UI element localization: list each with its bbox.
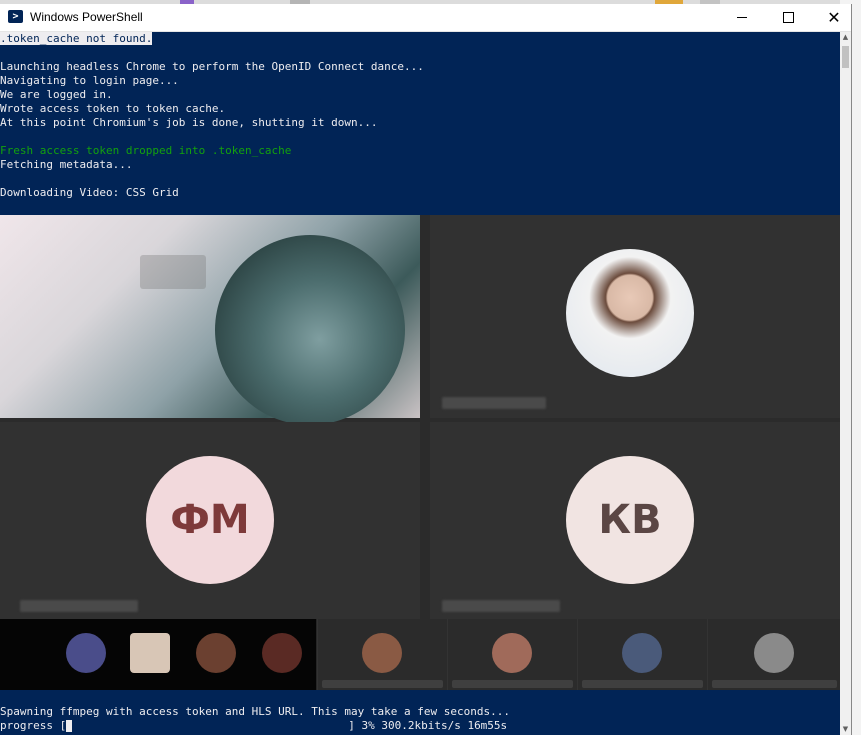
participant-camera-tile: [0, 215, 420, 425]
powershell-window: > Windows PowerShell ✕ .token_cache not …: [0, 4, 852, 735]
console-line: At this point Chromium's job is done, sh…: [0, 116, 378, 129]
window-title: Windows PowerShell: [30, 10, 143, 24]
console-line: Spawning ffmpeg with access token and HL…: [0, 705, 510, 718]
camera-person: [215, 235, 405, 425]
console-line: Launching headless Chrome to perform the…: [0, 60, 424, 73]
avatar-initials: КВ: [566, 456, 694, 584]
participant-strip-dark: [0, 619, 316, 690]
console-line: Fetching metadata...: [0, 158, 133, 171]
avatar-initials: ФМ: [146, 456, 274, 584]
video-frame: ФМ КВ: [0, 215, 840, 690]
close-icon: ✕: [827, 8, 841, 27]
participant-name: [452, 680, 573, 688]
participant-cell: [707, 619, 840, 690]
participant-name: [712, 680, 837, 688]
participant-tile: [430, 215, 840, 418]
vertical-scrollbar[interactable]: ▲ ▼: [840, 32, 851, 735]
console-line: Navigating to login page...: [0, 74, 179, 87]
participant-thumbnail: [754, 633, 794, 673]
participant-thumbnail: [66, 633, 106, 673]
console-line: .token_cache not found.: [0, 32, 153, 46]
console-line: Downloading Video: CSS Grid: [0, 186, 179, 199]
progress-status: ] 3% 300.2kbits/s 16m55s: [348, 719, 508, 732]
console-line: We are logged in.: [0, 88, 113, 101]
participant-cell: [577, 619, 707, 690]
participant-thumbnail: [622, 633, 662, 673]
console-output[interactable]: .token_cache not found. Launching headle…: [0, 32, 840, 735]
maximize-icon: [782, 12, 794, 23]
progress-line: progress [ ] 3% 300.2kbits/s 16m55s: [0, 719, 507, 733]
participant-cell: [447, 619, 577, 690]
maximize-button[interactable]: [765, 4, 811, 31]
participant-thumbnail: [262, 633, 302, 673]
participant-name: [442, 397, 546, 409]
console-line-success: Fresh access token dropped into .token_c…: [0, 144, 292, 157]
participant-name: [442, 600, 560, 612]
participant-tile: ФМ: [0, 422, 420, 619]
camera-overlay: [140, 255, 206, 289]
minimize-icon: [737, 17, 747, 18]
participant-name: [582, 680, 703, 688]
avatar: [566, 249, 694, 377]
participant-thumbnail: [362, 633, 402, 673]
highlighted-text: .token_cache not found.: [0, 32, 153, 45]
participant-thumbnail: [196, 633, 236, 673]
participant-thumbnail: [492, 633, 532, 673]
title-bar[interactable]: > Windows PowerShell ✕: [0, 4, 851, 32]
close-button[interactable]: ✕: [811, 4, 857, 31]
participant-strip: [0, 619, 840, 690]
participant-name: [322, 680, 443, 688]
scroll-up-icon[interactable]: ▲: [840, 32, 851, 43]
progress-prefix: progress [: [0, 719, 67, 732]
text-cursor: [66, 720, 73, 732]
console-line: Wrote access token to token cache.: [0, 102, 226, 115]
powershell-icon[interactable]: >: [8, 10, 23, 23]
participant-name: [20, 600, 138, 612]
participant-thumbnail: [130, 633, 170, 673]
participant-cell: [317, 619, 447, 690]
participant-tile: КВ: [430, 422, 840, 619]
scroll-down-icon[interactable]: ▼: [840, 724, 851, 735]
scrollbar-thumb[interactable]: [842, 46, 849, 68]
minimize-button[interactable]: [719, 4, 765, 31]
